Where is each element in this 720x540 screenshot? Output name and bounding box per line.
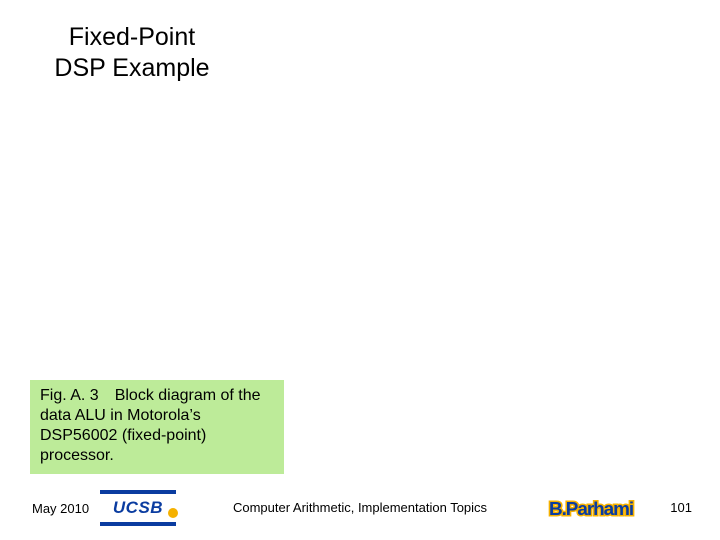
author-name: B.Parhami [549, 499, 633, 520]
title-line-1: Fixed-Point [69, 23, 195, 51]
footer: May 2010 UCSB Computer Arithmetic, Imple… [0, 486, 720, 526]
title-line-2: DSP Example [54, 54, 209, 82]
footer-author: B.Parhami B.Parhami [536, 494, 646, 524]
slide-title: Fixed-Point DSP Example [32, 22, 232, 85]
footer-page-number: 101 [670, 500, 692, 515]
slide: Fixed-Point DSP Example Fig. A. 3 Block … [0, 0, 720, 540]
figure-caption: Fig. A. 3 Block diagram of the data ALU … [30, 380, 284, 474]
